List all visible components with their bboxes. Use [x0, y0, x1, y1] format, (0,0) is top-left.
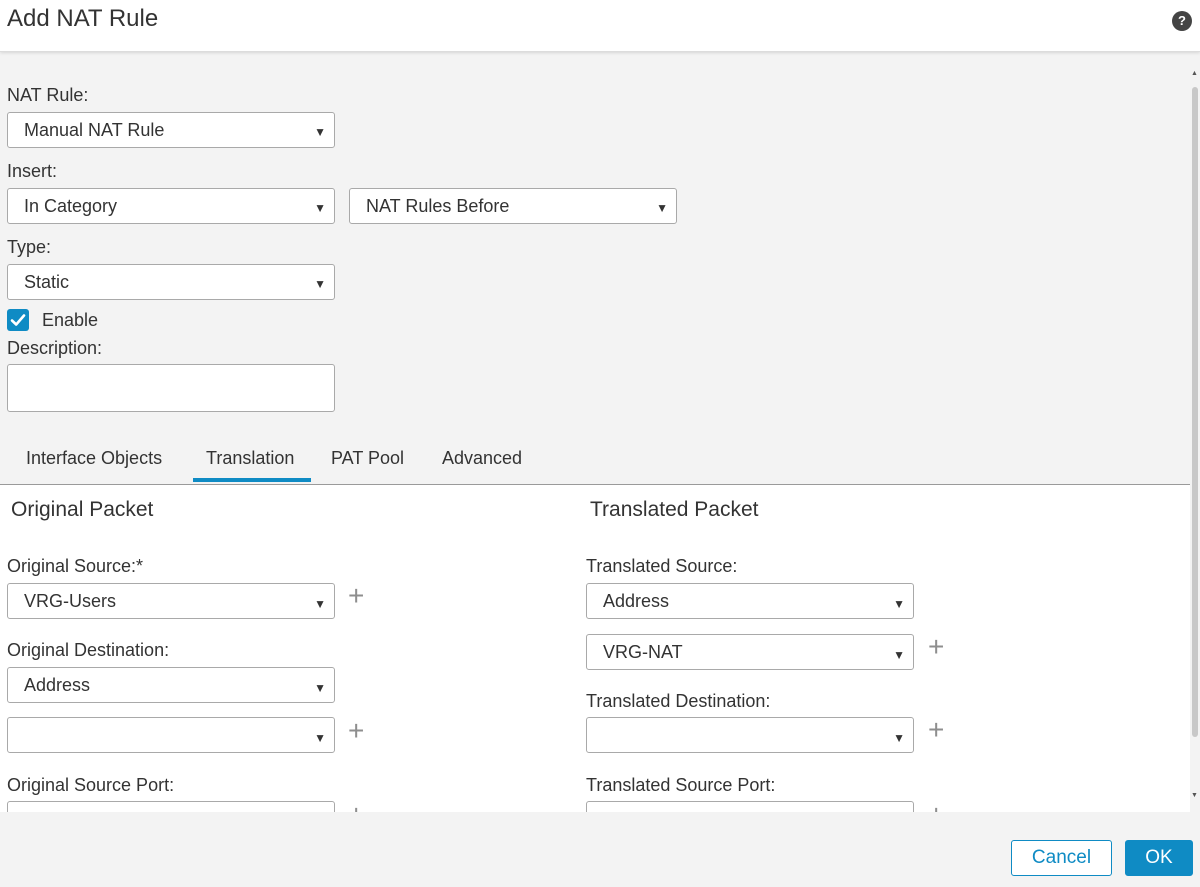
- nat-rule-label: NAT Rule:: [7, 85, 89, 105]
- dialog-body: NAT Rule: Manual NAT Rule ▼ Insert: In C…: [0, 52, 1200, 812]
- dialog-header: Add NAT Rule ?: [0, 0, 1200, 52]
- add-original-source-icon[interactable]: +: [348, 582, 364, 610]
- translated-destination-label: Translated Destination:: [586, 691, 771, 711]
- chevron-down-icon: ▼: [314, 731, 326, 745]
- type-select[interactable]: Static ▼: [7, 264, 335, 300]
- tab-interface-objects[interactable]: Interface Objects: [26, 448, 162, 469]
- add-translated-source-port-icon[interactable]: +: [928, 801, 944, 813]
- active-tab-indicator: [193, 478, 311, 482]
- vertical-scrollbar[interactable]: ▲ ▼: [1190, 52, 1200, 812]
- add-original-destination-icon[interactable]: +: [348, 717, 364, 745]
- translated-source-port-label: Translated Source Port:: [586, 775, 776, 795]
- translated-packet-title: Translated Packet: [590, 498, 759, 521]
- cancel-button[interactable]: Cancel: [1011, 840, 1112, 876]
- original-source-port-select[interactable]: [7, 801, 335, 812]
- dialog-title: Add NAT Rule: [7, 5, 159, 32]
- ok-button[interactable]: OK: [1125, 840, 1193, 876]
- nat-rule-select-value: Manual NAT Rule: [24, 120, 165, 140]
- original-destination-type-select[interactable]: Address ▼: [7, 667, 335, 703]
- insert-select-value: In Category: [24, 196, 118, 216]
- original-destination-type-value: Address: [24, 675, 91, 695]
- tab-translation[interactable]: Translation: [206, 448, 294, 469]
- description-input[interactable]: [7, 364, 335, 412]
- enable-label: Enable: [42, 310, 99, 330]
- translated-source-port-select[interactable]: [586, 801, 914, 812]
- original-source-port-label: Original Source Port:: [7, 775, 175, 795]
- add-translated-source-icon[interactable]: +: [928, 633, 944, 661]
- insert-position-select[interactable]: NAT Rules Before ▼: [349, 188, 677, 224]
- translated-source-type-value: Address: [603, 591, 670, 611]
- original-destination-label: Original Destination:: [7, 640, 170, 660]
- tab-pat-pool[interactable]: PAT Pool: [331, 448, 404, 469]
- translated-source-select[interactable]: VRG-NAT ▼: [586, 634, 914, 670]
- translated-source-type-select[interactable]: Address ▼: [586, 583, 914, 619]
- chevron-down-icon: ▼: [314, 277, 326, 291]
- rule-settings-panel: NAT Rule: Manual NAT Rule ▼ Insert: In C…: [0, 52, 1190, 485]
- chevron-down-icon: ▼: [314, 201, 326, 215]
- original-source-select[interactable]: VRG-Users ▼: [7, 583, 335, 619]
- translated-source-label: Translated Source:: [586, 556, 738, 576]
- chevron-down-icon: ▼: [314, 597, 326, 611]
- tab-advanced[interactable]: Advanced: [442, 448, 522, 469]
- chevron-down-icon: ▼: [893, 731, 905, 745]
- original-source-label: Original Source:*: [7, 556, 144, 576]
- original-source-select-value: VRG-Users: [24, 591, 117, 611]
- chevron-down-icon: ▼: [314, 125, 326, 139]
- insert-select[interactable]: In Category ▼: [7, 188, 335, 224]
- type-select-value: Static: [24, 272, 70, 292]
- original-packet-title: Original Packet: [11, 498, 154, 521]
- add-translated-destination-icon[interactable]: +: [928, 716, 944, 744]
- original-destination-select[interactable]: ▼: [7, 717, 335, 753]
- dialog-footer: Cancel OK: [0, 812, 1200, 887]
- add-original-source-port-icon[interactable]: +: [348, 801, 364, 813]
- chevron-down-icon: ▼: [893, 597, 905, 611]
- insert-label: Insert:: [7, 161, 58, 181]
- chevron-down-icon: ▼: [893, 648, 905, 662]
- nat-rule-select[interactable]: Manual NAT Rule ▼: [7, 112, 335, 148]
- translated-source-select-value: VRG-NAT: [603, 642, 683, 662]
- type-label: Type:: [7, 237, 52, 257]
- chevron-down-icon: ▼: [314, 681, 326, 695]
- checkmark-icon: [10, 314, 26, 326]
- translation-panel: Original Packet Original Source:* VRG-Us…: [0, 485, 1190, 812]
- scrollbar-thumb[interactable]: [1192, 87, 1198, 737]
- insert-position-select-value: NAT Rules Before: [366, 196, 510, 216]
- enable-checkbox[interactable]: [7, 309, 29, 331]
- scroll-down-icon[interactable]: ▼: [1191, 792, 1198, 799]
- scroll-up-icon[interactable]: ▲: [1191, 70, 1198, 77]
- translated-destination-select[interactable]: ▼: [586, 717, 914, 753]
- description-label: Description:: [7, 338, 103, 358]
- chevron-down-icon: ▼: [656, 201, 668, 215]
- help-icon[interactable]: ?: [1172, 11, 1192, 31]
